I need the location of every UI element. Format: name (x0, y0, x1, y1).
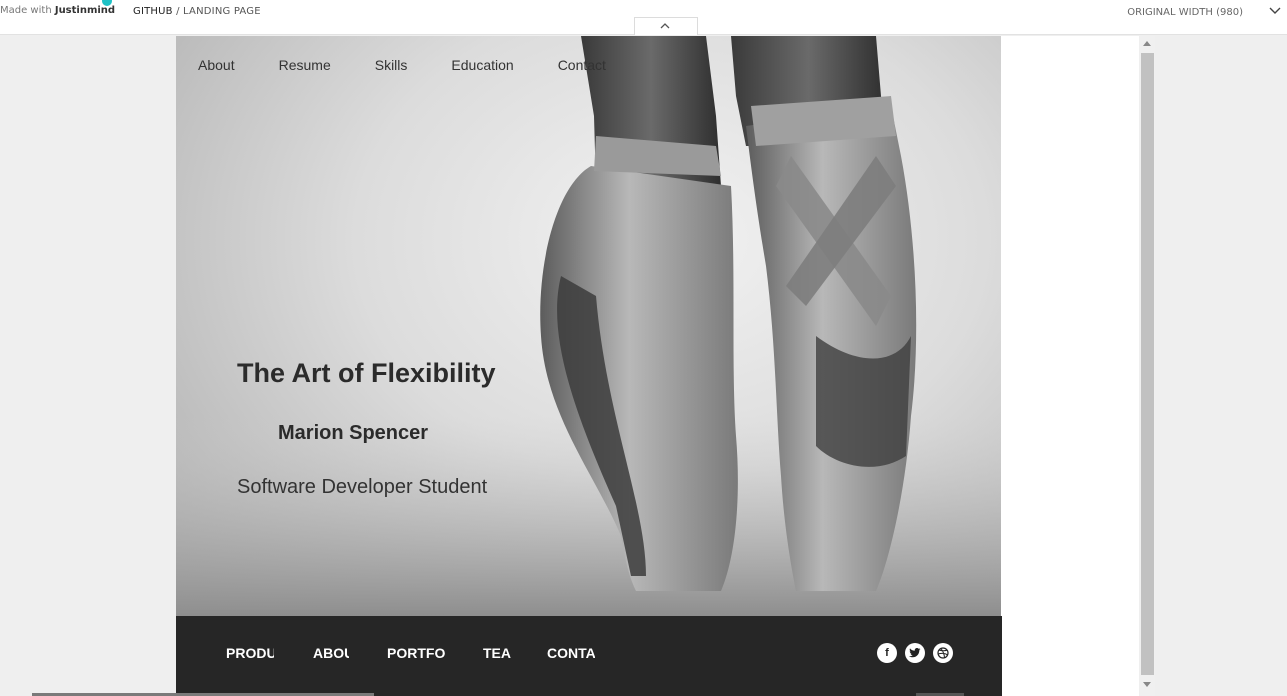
scroll-down-arrow-icon[interactable] (1143, 682, 1151, 687)
footer-nav-team[interactable]: TEA (483, 645, 511, 661)
nav-resume[interactable]: Resume (279, 57, 331, 73)
hero-name: Marion Spencer (278, 422, 429, 444)
hero-role: Software Developer Student (237, 476, 488, 498)
width-selector-label[interactable]: ORIGINAL WIDTH (980) (1127, 7, 1243, 18)
hero-section: About Resume Skills Education Contact Th… (176, 36, 1001, 616)
footer-nav-portfolio[interactable]: PORTFOI (387, 645, 445, 661)
main-nav: About Resume Skills Education Contact (198, 57, 650, 73)
chevron-up-icon (660, 23, 670, 29)
hero-ballet-image (176, 36, 1001, 616)
nav-education[interactable]: Education (451, 57, 513, 73)
collapse-toolbar-button[interactable] (634, 17, 698, 35)
footer-nav-products[interactable]: PRODU (226, 645, 274, 661)
brand-logo[interactable]: Made with Justinmind (0, 5, 115, 16)
brand-prefix: Made with (0, 5, 52, 16)
vertical-scrollbar[interactable] (1140, 36, 1155, 696)
prototype-frame: About Resume Skills Education Contact Th… (176, 36, 1139, 696)
nav-skills[interactable]: Skills (375, 57, 408, 73)
facebook-icon[interactable]: f (877, 643, 897, 663)
footer-nav-contact[interactable]: CONTA (547, 645, 595, 661)
footer-nav-about[interactable]: ABOU (313, 645, 349, 661)
footer-bar: PRODU ABOU PORTFOI TEA CONTA f (176, 616, 1002, 696)
top-bar: Made with Justinmind GITHUB / LANDING PA… (0, 0, 1287, 35)
breadcrumb-page[interactable]: LANDING PAGE (183, 6, 261, 17)
breadcrumb-separator: / (172, 6, 184, 17)
twitter-icon[interactable] (905, 643, 925, 663)
dribbble-icon[interactable] (933, 643, 953, 663)
breadcrumb: GITHUB / LANDING PAGE (133, 6, 261, 17)
breadcrumb-project[interactable]: GITHUB (133, 6, 173, 17)
brand-name: Justinmind (54, 5, 116, 16)
hero-title: The Art of Flexibility (237, 358, 496, 388)
chevron-down-icon[interactable] (1269, 6, 1281, 15)
nav-about[interactable]: About (198, 57, 235, 73)
scroll-up-arrow-icon[interactable] (1143, 41, 1151, 46)
nav-contact[interactable]: Contact (558, 57, 606, 73)
scrollbar-thumb[interactable] (1141, 53, 1154, 675)
